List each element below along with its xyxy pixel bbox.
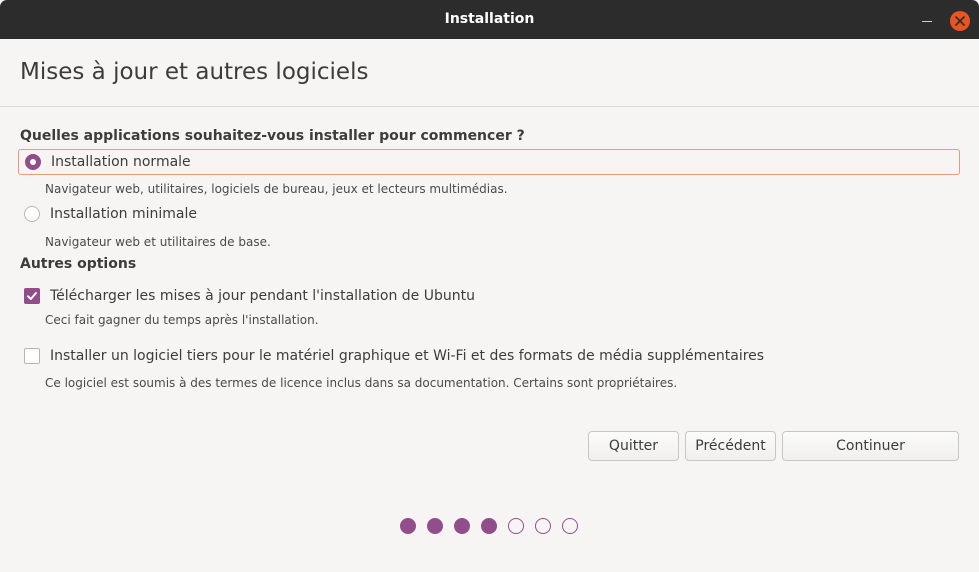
close-button[interactable] xyxy=(950,11,970,31)
checkbox-download-updates[interactable]: Télécharger les mises à jour pendant l'i… xyxy=(18,283,960,309)
quit-button[interactable]: Quitter xyxy=(588,431,679,461)
apps-question: Quelles applications souhaitez-vous inst… xyxy=(20,128,525,144)
window-titlebar: Installation xyxy=(0,0,979,39)
radio-label: Installation minimale xyxy=(50,206,197,222)
radio-normal-installation[interactable]: Installation normale xyxy=(18,149,960,175)
progress-dot-pending xyxy=(508,518,524,534)
progress-dot-complete xyxy=(454,518,470,534)
minimize-button[interactable] xyxy=(917,13,937,29)
progress-dot-pending xyxy=(535,518,551,534)
progress-dot-complete xyxy=(427,518,443,534)
checkbox-label: Télécharger les mises à jour pendant l'i… xyxy=(50,288,475,304)
checkbox[interactable] xyxy=(24,348,40,364)
page-title: Mises à jour et autres logiciels xyxy=(20,59,369,85)
radio-button[interactable] xyxy=(24,206,40,222)
minimize-icon xyxy=(922,21,932,22)
option-description: Ceci fait gagner du temps après l'instal… xyxy=(45,313,319,327)
other-options-heading: Autres options xyxy=(20,256,137,272)
continue-button[interactable]: Continuer xyxy=(782,431,959,461)
radio-label: Installation normale xyxy=(51,154,191,170)
radio-minimal-installation[interactable]: Installation minimale xyxy=(18,201,960,227)
checkmark-icon xyxy=(27,292,37,300)
page-header: Mises à jour et autres logiciels xyxy=(0,39,979,107)
option-description: Navigateur web et utilitaires de base. xyxy=(45,235,271,249)
progress-dot-complete xyxy=(481,518,497,534)
option-description: Navigateur web, utilitaires, logiciels d… xyxy=(45,182,508,196)
close-icon xyxy=(955,16,965,26)
checkbox-third-party-software[interactable]: Installer un logiciel tiers pour le maté… xyxy=(18,343,960,369)
radio-button-checked[interactable] xyxy=(25,154,41,170)
previous-button[interactable]: Précédent xyxy=(685,431,776,461)
checkbox-label: Installer un logiciel tiers pour le maté… xyxy=(50,348,765,364)
checkbox-checked[interactable] xyxy=(24,288,40,304)
progress-dot-complete xyxy=(400,518,416,534)
option-description: Ce logiciel est soumis à des termes de l… xyxy=(45,376,678,390)
step-progress-indicator xyxy=(400,518,578,534)
window-title: Installation xyxy=(444,11,535,27)
progress-dot-pending xyxy=(562,518,578,534)
